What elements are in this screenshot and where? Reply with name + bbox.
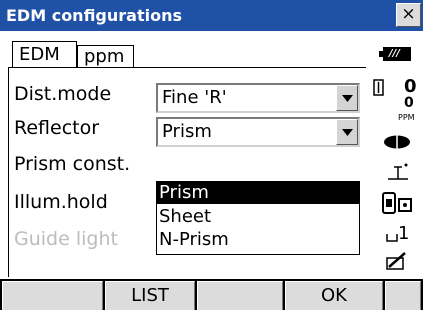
dist-mode-label: Dist.mode — [14, 83, 112, 105]
status-bar: /// 0 0 PPM 1 — [370, 31, 423, 279]
reflector-dropdown-list: Prism Sheet N-Prism — [156, 181, 360, 255]
softkey-3[interactable] — [197, 281, 283, 310]
prism-const-label: Prism const. — [14, 153, 131, 175]
reflector-option-sheet[interactable]: Sheet — [157, 206, 359, 228]
channel-value: 0 — [404, 76, 417, 97]
memory-icon — [386, 234, 398, 242]
reflector-value: Prism — [162, 121, 212, 142]
chevron-down-icon — [342, 95, 353, 102]
tab-ppm[interactable]: ppm — [77, 45, 134, 67]
dialog-body: EDM ppm Dist.mode Fine 'R' Reflector Pri… — [0, 31, 423, 279]
reflector-select[interactable]: Prism — [156, 117, 360, 147]
softkey-list[interactable]: LIST — [105, 281, 195, 310]
ppm-unit: PPM — [398, 113, 415, 122]
softkey-1[interactable] — [2, 281, 103, 310]
title-bar: EDM configurations × — [0, 0, 423, 31]
dist-mode-dropdown-button[interactable] — [336, 85, 358, 111]
reflector-label: Reflector — [14, 117, 100, 139]
reflector-dropdown-button[interactable] — [336, 119, 358, 145]
reflector-option-n-prism[interactable]: N-Prism — [157, 229, 359, 251]
guide-light-label: Guide light — [14, 228, 118, 250]
close-button[interactable]: × — [396, 3, 421, 27]
battery-bars: /// — [389, 48, 400, 59]
ppm-value: 0 — [404, 95, 414, 111]
prism-icon — [384, 135, 410, 149]
window-title: EDM configurations — [6, 6, 182, 25]
dist-mode-select[interactable]: Fine 'R' — [156, 83, 360, 113]
softkey-bar: LIST OK — [0, 279, 423, 310]
softkey-5[interactable] — [385, 281, 421, 310]
tab-edm[interactable]: EDM — [12, 41, 77, 68]
pen-icon — [386, 252, 406, 270]
target-icon — [373, 79, 384, 96]
laser-icon — [382, 192, 412, 214]
tilt-value: 1 — [398, 223, 410, 244]
illum-hold-label: Illum.hold — [14, 191, 108, 213]
reflector-option-prism[interactable]: Prism — [157, 182, 359, 204]
battery-icon: /// — [379, 47, 411, 61]
chevron-down-icon — [342, 129, 353, 136]
dist-mode-value: Fine 'R' — [162, 87, 227, 108]
tilt-icon — [388, 163, 408, 180]
softkey-ok[interactable]: OK — [285, 281, 383, 310]
